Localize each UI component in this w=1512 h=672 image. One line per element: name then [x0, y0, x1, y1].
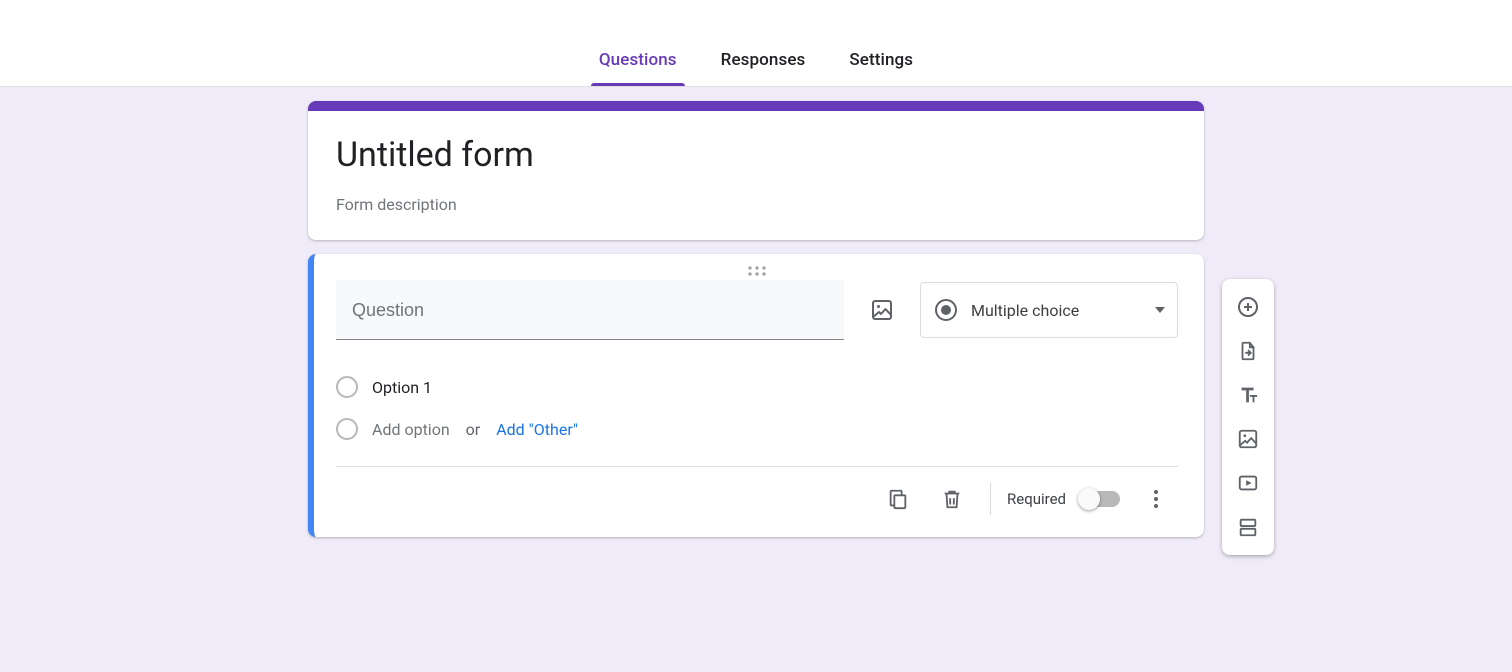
question-type-selector[interactable]: Multiple choice	[920, 282, 1178, 338]
radio-empty-icon	[336, 418, 358, 440]
add-option-row: Add option or Add "Other"	[336, 408, 1178, 466]
import-questions-button[interactable]	[1226, 329, 1270, 373]
question-card: Multiple choice Option 1 Add option or A…	[308, 254, 1204, 537]
required-label: Required	[1007, 490, 1066, 508]
question-title-input[interactable]	[352, 300, 828, 321]
add-option-text[interactable]: Add option	[372, 420, 450, 439]
or-text: or	[466, 420, 481, 439]
question-type-label: Multiple choice	[971, 301, 1155, 320]
drag-handle-icon[interactable]	[336, 264, 1178, 280]
duplicate-button[interactable]	[876, 477, 920, 521]
form-canvas: Untitled form Form description	[0, 87, 1512, 672]
add-question-button[interactable]	[1226, 285, 1270, 329]
add-section-button[interactable]	[1226, 505, 1270, 549]
required-toggle[interactable]	[1080, 491, 1120, 507]
question-footer: Required	[336, 466, 1178, 537]
radio-icon	[935, 299, 957, 321]
caret-down-icon	[1155, 307, 1165, 313]
tab-questions[interactable]: Questions	[591, 38, 685, 86]
divider	[990, 483, 991, 515]
tab-settings[interactable]: Settings	[841, 38, 921, 86]
form-description[interactable]: Form description	[336, 195, 1176, 214]
tabs: Questions Responses Settings	[591, 38, 921, 86]
add-title-button[interactable]	[1226, 373, 1270, 417]
option-label[interactable]: Option 1	[372, 378, 432, 397]
delete-button[interactable]	[930, 477, 974, 521]
tabs-bar: Questions Responses Settings	[0, 0, 1512, 87]
side-toolbar	[1222, 279, 1274, 555]
question-title-field[interactable]	[336, 280, 844, 340]
tab-responses[interactable]: Responses	[713, 38, 814, 86]
form-header-card[interactable]: Untitled form Form description	[308, 101, 1204, 240]
add-image-button-toolbar[interactable]	[1226, 417, 1270, 461]
form-title[interactable]: Untitled form	[336, 133, 1176, 177]
radio-empty-icon	[336, 376, 358, 398]
add-other-button[interactable]: Add "Other"	[496, 420, 578, 439]
add-image-button[interactable]	[862, 290, 902, 330]
option-row: Option 1	[336, 366, 1178, 408]
add-video-button[interactable]	[1226, 461, 1270, 505]
more-options-button[interactable]	[1134, 477, 1178, 521]
